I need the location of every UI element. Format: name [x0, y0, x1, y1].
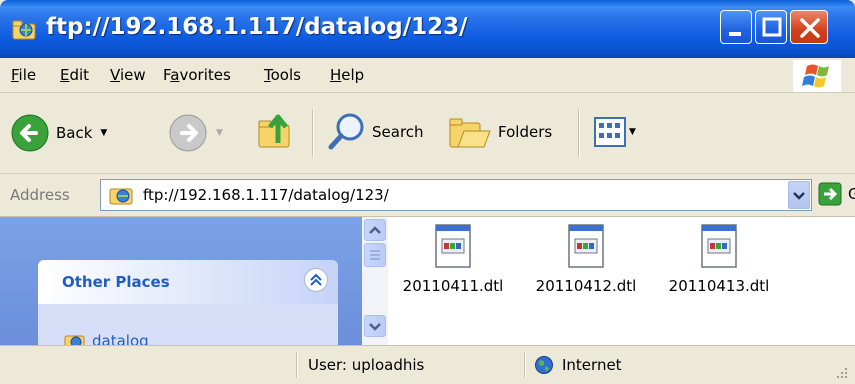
minimize-icon	[729, 32, 741, 36]
search-label: Search	[372, 123, 424, 141]
other-places-panel: Other Places datalog	[38, 260, 338, 350]
back-arrow-icon	[11, 114, 49, 152]
address-value: ftp://192.168.1.117/datalog/123/	[143, 186, 389, 204]
vertical-scrollbar[interactable]	[362, 217, 388, 345]
views-dropdown-icon[interactable]: ▼	[629, 127, 636, 137]
back-dropdown-icon[interactable]: ▼	[100, 128, 107, 138]
explorer-window: ftp://192.168.1.117/datalog/123/ File Ed…	[0, 0, 855, 384]
search-button[interactable]: Search	[326, 111, 424, 153]
ftp-folder-icon	[12, 20, 36, 40]
file-name: 20110411.dtl	[402, 277, 504, 295]
task-pane: Other Places datalog	[0, 217, 362, 350]
windows-logo-icon	[793, 60, 841, 92]
maximize-button[interactable]	[755, 10, 787, 44]
close-icon	[800, 18, 820, 38]
scroll-down-button[interactable]	[364, 315, 386, 337]
close-button[interactable]	[790, 10, 828, 44]
title-bar[interactable]: ftp://192.168.1.117/datalog/123/	[0, 0, 855, 58]
file-list: 20110411.dtl 20110412.dtl 20110413.dtl	[388, 217, 855, 345]
status-separator	[296, 352, 298, 378]
folders-label: Folders	[498, 123, 553, 141]
resize-grip-icon[interactable]	[833, 364, 849, 380]
file-item[interactable]: 20110413.dtl	[654, 223, 784, 295]
toolbar-separator	[578, 109, 580, 157]
other-places-header[interactable]: Other Places	[38, 260, 338, 304]
menu-tools[interactable]: Tools	[264, 66, 301, 84]
go-button[interactable]: Go	[818, 182, 855, 206]
file-name: 20110412.dtl	[535, 277, 637, 295]
folders-button[interactable]: Folders	[448, 111, 552, 153]
other-places-title: Other Places	[62, 273, 170, 291]
forward-button[interactable]: ▼	[168, 113, 223, 153]
chevron-down-icon	[793, 192, 805, 200]
globe-icon	[535, 356, 553, 374]
collapse-button[interactable]	[304, 268, 328, 292]
maximize-icon	[762, 17, 782, 37]
scroll-thumb[interactable]	[364, 243, 386, 267]
status-zone: Internet	[562, 356, 622, 374]
status-separator	[524, 352, 526, 378]
status-bar: User: uploadhis Internet	[0, 345, 855, 384]
forward-dropdown-icon[interactable]: ▼	[216, 128, 223, 138]
menu-help[interactable]: Help	[330, 66, 364, 84]
folders-icon	[449, 118, 491, 148]
go-label: Go	[848, 185, 855, 203]
views-icon	[594, 117, 626, 147]
up-folder-button[interactable]	[256, 109, 298, 153]
chevron-up-icon	[369, 226, 381, 234]
ftp-folder-icon	[109, 188, 133, 205]
menu-view[interactable]: View	[110, 66, 146, 84]
forward-arrow-icon	[169, 114, 207, 152]
file-icon	[435, 224, 471, 268]
menu-favorites[interactable]: Favorites	[163, 66, 231, 84]
status-user: User: uploadhis	[308, 356, 425, 374]
file-icon	[568, 224, 604, 268]
menu-file[interactable]: File	[11, 66, 36, 84]
window-title: ftp://192.168.1.117/datalog/123/	[46, 14, 468, 40]
address-bar: Address ftp://192.168.1.117/datalog/123/…	[0, 174, 855, 217]
scroll-up-button[interactable]	[364, 219, 386, 241]
double-chevron-up-icon	[310, 273, 322, 286]
menu-edit[interactable]: Edit	[60, 66, 89, 84]
address-field[interactable]: ftp://192.168.1.117/datalog/123/	[100, 179, 812, 211]
address-dropdown-button[interactable]	[788, 181, 810, 209]
file-name: 20110413.dtl	[668, 277, 770, 295]
go-arrow-icon	[818, 182, 842, 206]
toolbar: Back ▼ ▼ Search Folders ▼	[0, 93, 855, 174]
toolbar-separator	[312, 109, 314, 157]
file-icon	[701, 224, 737, 268]
views-button[interactable]: ▼	[594, 117, 636, 147]
up-folder-icon	[258, 114, 290, 148]
file-item[interactable]: 20110411.dtl	[388, 223, 518, 295]
address-label: Address	[10, 186, 70, 204]
chevron-down-icon	[369, 323, 381, 331]
search-icon	[328, 113, 364, 150]
back-button[interactable]: Back ▼	[10, 113, 107, 153]
file-item[interactable]: 20110412.dtl	[521, 223, 651, 295]
grip-icon	[370, 250, 380, 260]
back-label: Back	[56, 124, 93, 142]
menu-bar: File Edit View Favorites Tools Help	[0, 58, 855, 93]
minimize-button[interactable]	[720, 10, 752, 44]
